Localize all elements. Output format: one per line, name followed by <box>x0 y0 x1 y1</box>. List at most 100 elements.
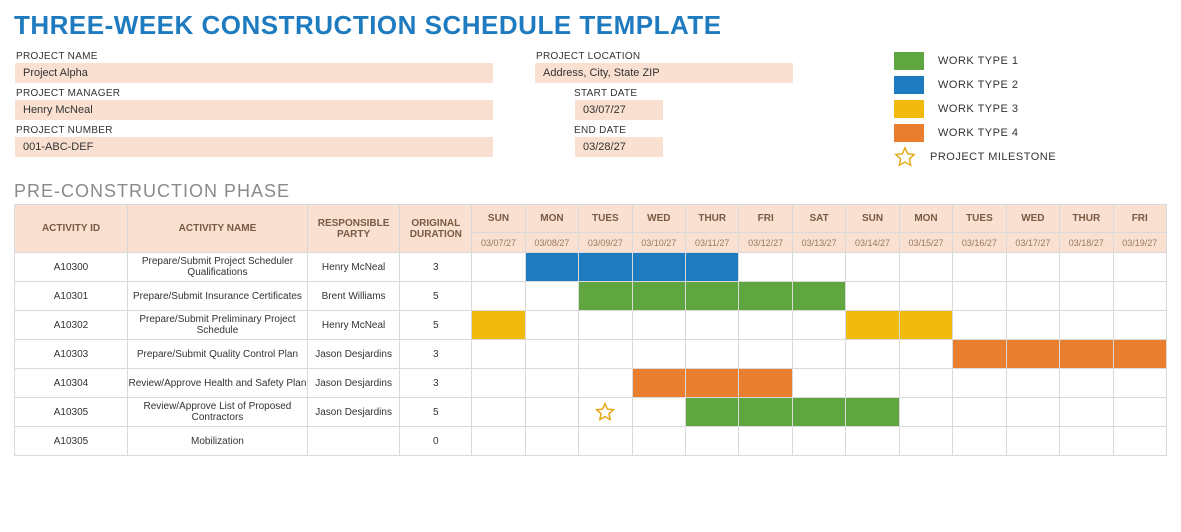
gantt-empty-cell[interactable] <box>632 340 685 369</box>
gantt-empty-cell[interactable] <box>899 340 952 369</box>
gantt-empty-cell[interactable] <box>953 427 1006 456</box>
gantt-empty-cell[interactable] <box>1060 369 1113 398</box>
gantt-bar-cell[interactable] <box>1060 340 1113 369</box>
gantt-bar-cell[interactable] <box>739 282 792 311</box>
gantt-empty-cell[interactable] <box>1006 369 1059 398</box>
gantt-bar-cell[interactable] <box>1113 340 1166 369</box>
cell-activity-name[interactable]: Prepare/Submit Insurance Certificates <box>128 282 308 311</box>
cell-activity-name[interactable]: Review/Approve List of Proposed Contract… <box>128 398 308 427</box>
gantt-empty-cell[interactable] <box>846 282 899 311</box>
gantt-bar-cell[interactable] <box>525 253 578 282</box>
gantt-bar-cell[interactable] <box>686 282 739 311</box>
gantt-empty-cell[interactable] <box>953 311 1006 340</box>
gantt-empty-cell[interactable] <box>846 253 899 282</box>
gantt-empty-cell[interactable] <box>1006 398 1059 427</box>
cell-activity-id[interactable]: A10301 <box>15 282 128 311</box>
gantt-empty-cell[interactable] <box>472 253 525 282</box>
gantt-bar-cell[interactable] <box>792 398 845 427</box>
gantt-empty-cell[interactable] <box>953 398 1006 427</box>
cell-activity-id[interactable]: A10304 <box>15 369 128 398</box>
gantt-empty-cell[interactable] <box>579 311 632 340</box>
gantt-empty-cell[interactable] <box>525 282 578 311</box>
gantt-empty-cell[interactable] <box>792 340 845 369</box>
gantt-empty-cell[interactable] <box>1006 282 1059 311</box>
cell-duration[interactable]: 5 <box>400 282 472 311</box>
gantt-empty-cell[interactable] <box>1006 253 1059 282</box>
gantt-empty-cell[interactable] <box>846 369 899 398</box>
gantt-bar-cell[interactable] <box>953 340 1006 369</box>
gantt-empty-cell[interactable] <box>739 311 792 340</box>
milestone-cell[interactable] <box>579 398 632 427</box>
gantt-empty-cell[interactable] <box>792 311 845 340</box>
gantt-bar-cell[interactable] <box>792 282 845 311</box>
gantt-bar-cell[interactable] <box>739 369 792 398</box>
gantt-empty-cell[interactable] <box>899 253 952 282</box>
gantt-bar-cell[interactable] <box>472 311 525 340</box>
cell-responsible-party[interactable]: Henry McNeal <box>307 311 399 340</box>
cell-responsible-party[interactable]: Brent Williams <box>307 282 399 311</box>
gantt-empty-cell[interactable] <box>1113 398 1166 427</box>
gantt-empty-cell[interactable] <box>1060 398 1113 427</box>
cell-activity-name[interactable]: Prepare/Submit Quality Control Plan <box>128 340 308 369</box>
gantt-empty-cell[interactable] <box>472 340 525 369</box>
cell-activity-name[interactable]: Prepare/Submit Project Scheduler Qualifi… <box>128 253 308 282</box>
gantt-bar-cell[interactable] <box>632 282 685 311</box>
project-manager-input[interactable]: Henry McNeal <box>14 99 494 121</box>
project-number-input[interactable]: 001-ABC-DEF <box>14 136 494 158</box>
gantt-bar-cell[interactable] <box>579 253 632 282</box>
cell-responsible-party[interactable] <box>307 427 399 456</box>
cell-responsible-party[interactable]: Jason Desjardins <box>307 340 399 369</box>
gantt-empty-cell[interactable] <box>1060 311 1113 340</box>
cell-activity-name[interactable]: Review/Approve Health and Safety Plan <box>128 369 308 398</box>
cell-duration[interactable]: 5 <box>400 398 472 427</box>
gantt-bar-cell[interactable] <box>899 311 952 340</box>
gantt-empty-cell[interactable] <box>686 340 739 369</box>
gantt-empty-cell[interactable] <box>792 427 845 456</box>
gantt-bar-cell[interactable] <box>579 282 632 311</box>
gantt-empty-cell[interactable] <box>1113 253 1166 282</box>
gantt-empty-cell[interactable] <box>525 340 578 369</box>
gantt-empty-cell[interactable] <box>686 427 739 456</box>
gantt-empty-cell[interactable] <box>739 253 792 282</box>
gantt-empty-cell[interactable] <box>899 398 952 427</box>
gantt-empty-cell[interactable] <box>525 369 578 398</box>
cell-activity-name[interactable]: Mobilization <box>128 427 308 456</box>
cell-responsible-party[interactable]: Jason Desjardins <box>307 398 399 427</box>
gantt-empty-cell[interactable] <box>899 427 952 456</box>
gantt-empty-cell[interactable] <box>846 427 899 456</box>
end-date-input[interactable]: 03/28/27 <box>574 136 664 158</box>
gantt-empty-cell[interactable] <box>953 369 1006 398</box>
gantt-empty-cell[interactable] <box>579 427 632 456</box>
gantt-empty-cell[interactable] <box>739 427 792 456</box>
gantt-empty-cell[interactable] <box>632 311 685 340</box>
gantt-empty-cell[interactable] <box>525 427 578 456</box>
gantt-bar-cell[interactable] <box>632 369 685 398</box>
cell-activity-id[interactable]: A10300 <box>15 253 128 282</box>
gantt-empty-cell[interactable] <box>632 427 685 456</box>
gantt-empty-cell[interactable] <box>1113 369 1166 398</box>
gantt-empty-cell[interactable] <box>953 282 1006 311</box>
gantt-empty-cell[interactable] <box>1113 311 1166 340</box>
gantt-empty-cell[interactable] <box>579 369 632 398</box>
gantt-empty-cell[interactable] <box>739 340 792 369</box>
project-location-input[interactable]: Address, City, State ZIP <box>534 62 794 84</box>
gantt-bar-cell[interactable] <box>1006 340 1059 369</box>
gantt-bar-cell[interactable] <box>686 398 739 427</box>
gantt-empty-cell[interactable] <box>472 427 525 456</box>
cell-duration[interactable]: 5 <box>400 311 472 340</box>
gantt-bar-cell[interactable] <box>686 369 739 398</box>
gantt-empty-cell[interactable] <box>1060 253 1113 282</box>
gantt-empty-cell[interactable] <box>1006 311 1059 340</box>
gantt-bar-cell[interactable] <box>686 253 739 282</box>
gantt-empty-cell[interactable] <box>846 340 899 369</box>
gantt-empty-cell[interactable] <box>792 369 845 398</box>
gantt-bar-cell[interactable] <box>632 253 685 282</box>
gantt-empty-cell[interactable] <box>686 311 739 340</box>
gantt-bar-cell[interactable] <box>739 398 792 427</box>
gantt-empty-cell[interactable] <box>899 369 952 398</box>
project-name-input[interactable]: Project Alpha <box>14 62 494 84</box>
cell-activity-id[interactable]: A10305 <box>15 398 128 427</box>
gantt-empty-cell[interactable] <box>1060 427 1113 456</box>
gantt-empty-cell[interactable] <box>472 398 525 427</box>
cell-activity-name[interactable]: Prepare/Submit Preliminary Project Sched… <box>128 311 308 340</box>
